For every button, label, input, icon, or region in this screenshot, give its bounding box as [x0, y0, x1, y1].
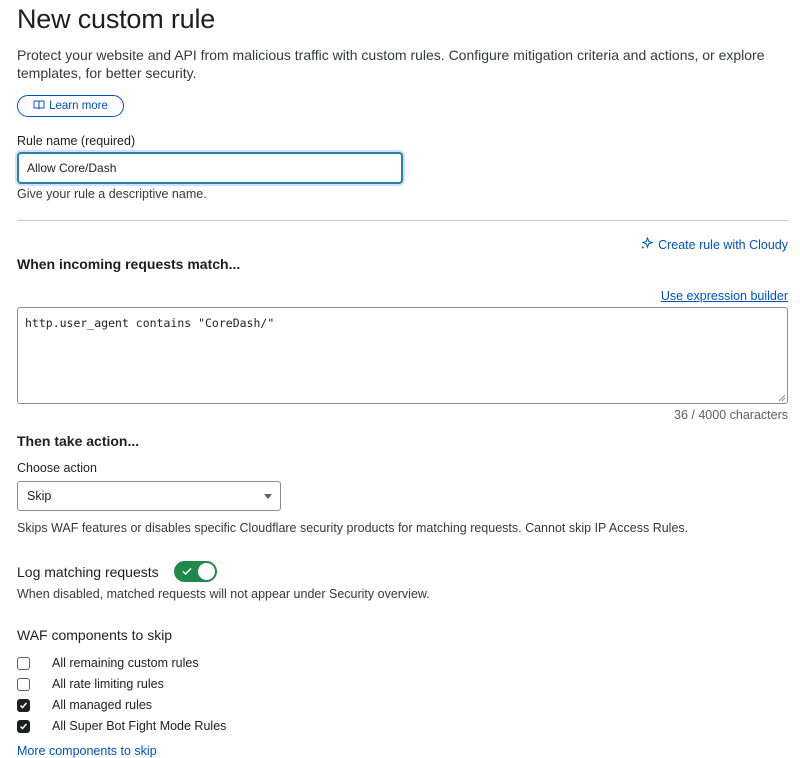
action-select-value: Skip [27, 489, 52, 503]
learn-more-label: Learn more [49, 100, 108, 112]
page-title: New custom rule [17, 4, 216, 34]
action-help: Skips WAF features or disables specific … [17, 521, 689, 535]
checkbox-unchecked[interactable] [17, 656, 30, 670]
action-select[interactable]: Skip [17, 481, 281, 511]
create-with-cloudy-link[interactable]: Create rule with Cloudy [641, 236, 788, 253]
rule-name-label: Rule name (required) [17, 134, 136, 148]
log-requests-toggle[interactable] [174, 561, 217, 582]
match-section-title: When incoming requests match... [17, 256, 241, 272]
log-requests-help: When disabled, matched requests will not… [17, 587, 430, 601]
check-icon [19, 702, 28, 709]
action-section-title: Then take action... [17, 433, 140, 449]
cloudy-link-label: Create rule with Cloudy [658, 238, 788, 252]
more-components-link[interactable]: More components to skip [17, 744, 157, 758]
check-icon [182, 567, 192, 576]
checkbox-checked[interactable] [17, 719, 30, 733]
waf-component-label: All rate limiting rules [52, 677, 164, 691]
expression-builder-link[interactable]: Use expression builder [661, 289, 788, 303]
check-icon [19, 723, 28, 730]
learn-more-button[interactable]: Learn more [17, 95, 124, 117]
expression-editor[interactable]: http.user_agent contains "CoreDash/" [17, 307, 788, 404]
sparkle-icon [641, 236, 654, 253]
checkbox-checked[interactable] [17, 698, 30, 712]
caret-down-icon [264, 494, 272, 499]
waf-component-row[interactable]: All rate limiting rules [17, 676, 164, 692]
log-requests-label: Log matching requests [17, 564, 159, 580]
rule-name-help: Give your rule a descriptive name. [17, 187, 207, 201]
waf-component-row[interactable]: All remaining custom rules [17, 655, 199, 671]
waf-component-row[interactable]: All Super Bot Fight Mode Rules [17, 718, 226, 734]
waf-component-label: All Super Bot Fight Mode Rules [52, 719, 227, 733]
book-icon [33, 99, 45, 114]
waf-section-title: WAF components to skip [17, 627, 173, 643]
waf-component-row[interactable]: All managed rules [17, 697, 152, 713]
choose-action-label: Choose action [17, 461, 97, 475]
character-count: 36 / 4000 characters [674, 408, 788, 422]
checkbox-unchecked[interactable] [17, 677, 30, 691]
section-divider [17, 220, 788, 221]
resize-grip-icon[interactable] [777, 393, 786, 402]
waf-component-label: All managed rules [52, 698, 153, 712]
rule-name-input[interactable] [17, 152, 403, 184]
toggle-knob [198, 563, 215, 580]
waf-component-label: All remaining custom rules [52, 656, 199, 670]
page-description: Protect your website and API from malici… [17, 47, 765, 81]
